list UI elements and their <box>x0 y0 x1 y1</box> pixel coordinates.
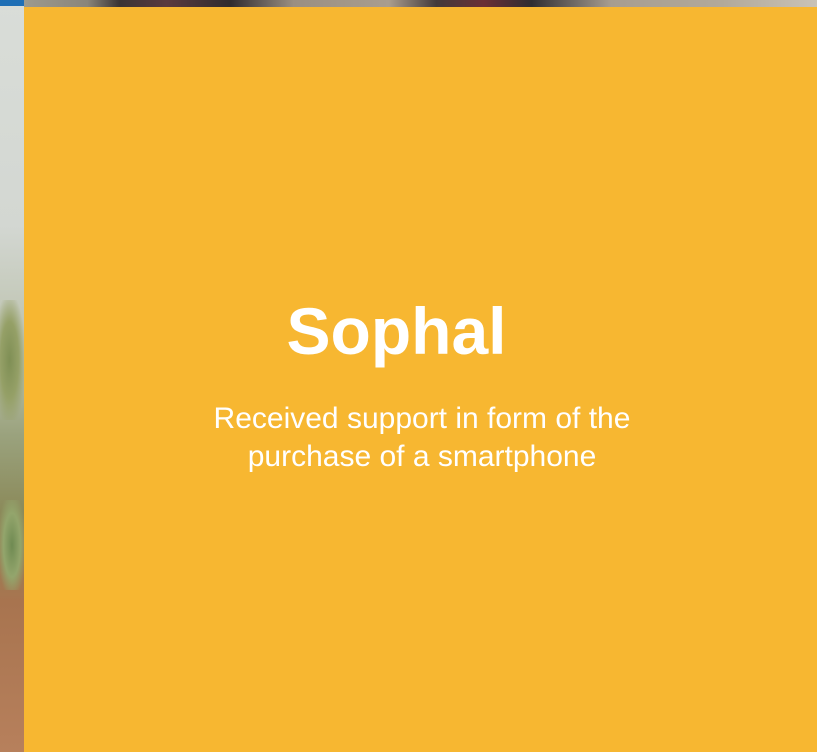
background-photo-foliage <box>0 300 24 420</box>
profile-name: Sophal <box>286 294 507 368</box>
profile-description: Received support in form of the purchase… <box>213 402 631 473</box>
accent-bar <box>0 0 24 6</box>
background-photo-top-edge <box>24 0 817 7</box>
background-photo-foliage-lower <box>0 500 24 590</box>
profile-card: Sophal Received support in form of the p… <box>24 7 817 752</box>
